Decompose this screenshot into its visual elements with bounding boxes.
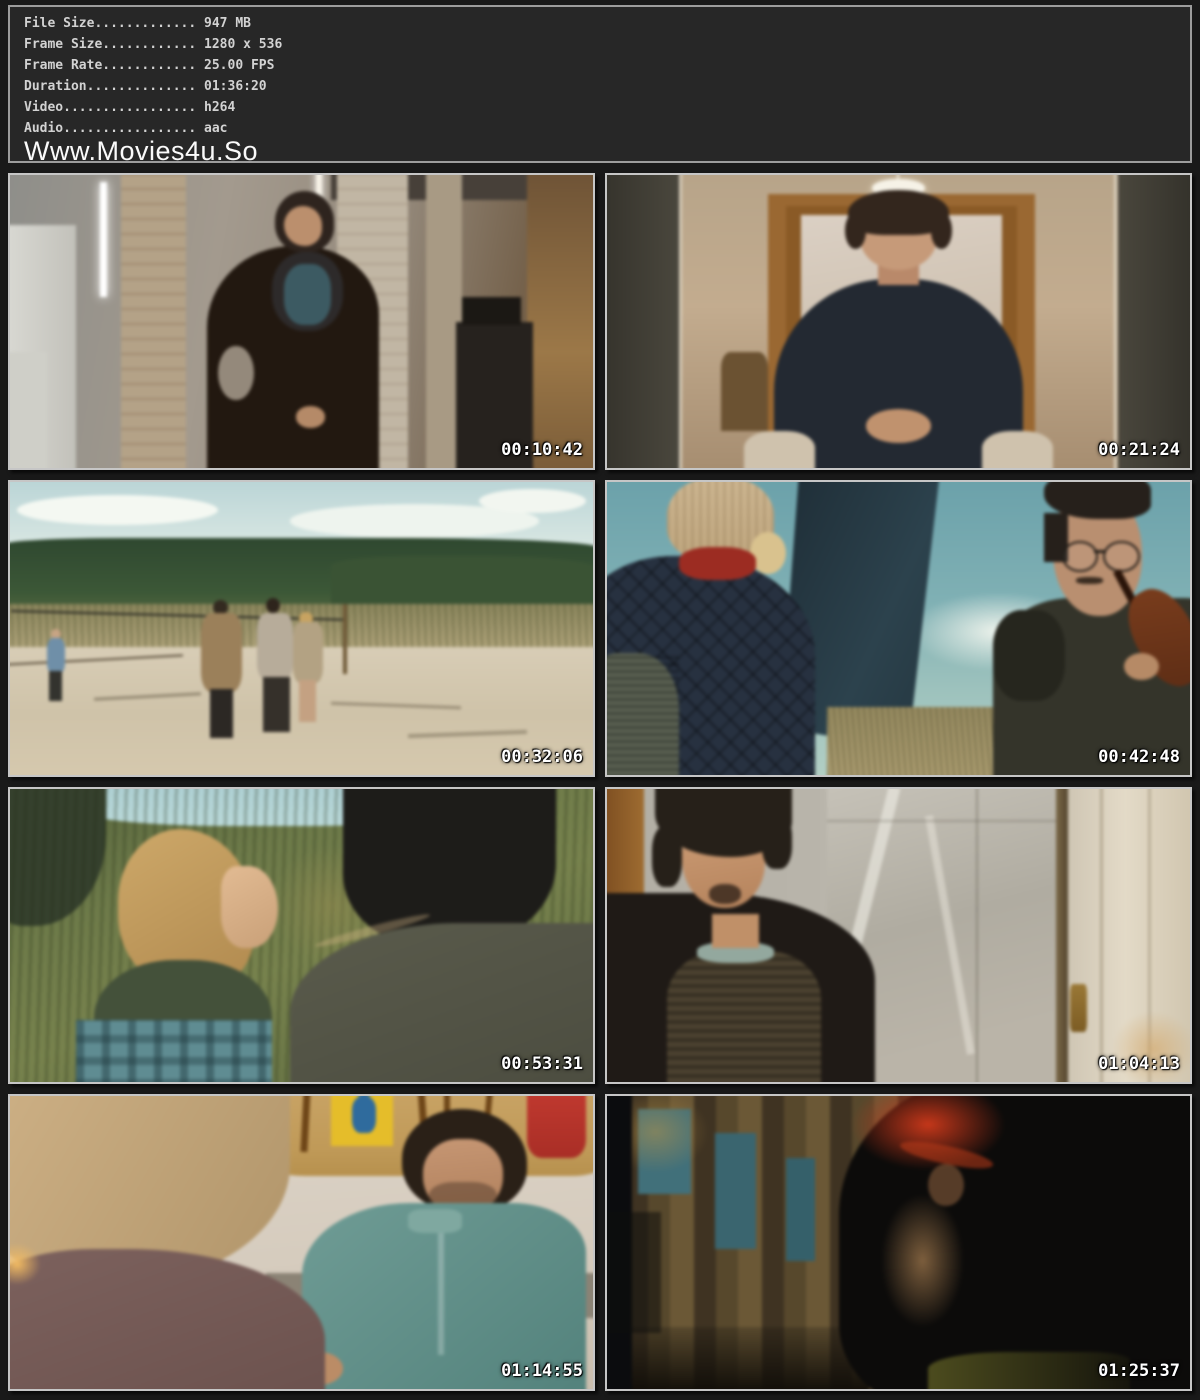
media-info-panel: File Size............. 947 MB Frame Size.…: [8, 5, 1192, 163]
info-value: 01:36:20: [204, 79, 267, 94]
info-dots: ..............: [87, 79, 197, 94]
screenshot-thumb-3: 00:32:06: [8, 480, 595, 777]
site-watermark: Www.Movies4u.So: [24, 138, 1190, 163]
info-label: Duration: [24, 79, 87, 94]
info-value: aac: [204, 121, 227, 136]
scene-art-dune-profile: [8, 787, 595, 1084]
info-dots: ............: [102, 58, 196, 73]
screenshot-thumb-7: 01:14:55: [8, 1094, 595, 1391]
media-info-screenshot-page: File Size............. 947 MB Frame Size.…: [0, 0, 1200, 1400]
scene-art-beach-volleyball: [8, 480, 595, 777]
timestamp-overlay: 00:32:06: [501, 747, 583, 767]
timestamp-overlay: 00:10:42: [501, 440, 583, 460]
info-row-duration: Duration.............. 01:36:20: [24, 76, 1190, 97]
screenshot-thumb-5: 00:53:31: [8, 787, 595, 1084]
scene-art-seated-man: [605, 173, 1192, 470]
info-dots: ............: [102, 37, 196, 52]
info-dots: .................: [63, 121, 196, 136]
info-label: Frame Rate: [24, 58, 102, 73]
info-label: Frame Size: [24, 37, 102, 52]
info-value: 1280 x 536: [204, 37, 282, 52]
info-value: 25.00 FPS: [204, 58, 274, 73]
scene-art-flag-violin: [605, 480, 1192, 777]
timestamp-overlay: 00:21:24: [1098, 440, 1180, 460]
timestamp-overlay: 00:42:48: [1098, 747, 1180, 767]
scene-art-marble-hallway: [605, 787, 1192, 1084]
info-label: File Size: [24, 16, 94, 31]
info-value: 947 MB: [204, 16, 251, 31]
timestamp-overlay: 00:53:31: [501, 1054, 583, 1074]
timestamp-overlay: 01:04:13: [1098, 1054, 1180, 1074]
info-label: Video: [24, 100, 63, 115]
timestamp-overlay: 01:25:37: [1098, 1361, 1180, 1381]
info-row-file-size: File Size............. 947 MB: [24, 13, 1190, 34]
scene-art-table-conversation: [8, 1094, 595, 1391]
info-label: Audio: [24, 121, 63, 136]
info-dots: .................: [63, 100, 196, 115]
screenshot-thumb-1: 00:10:42: [8, 173, 595, 470]
screenshot-thumb-2: 00:21:24: [605, 173, 1192, 470]
info-value: h264: [204, 100, 235, 115]
info-row-frame-rate: Frame Rate............ 25.00 FPS: [24, 55, 1190, 76]
info-dots: .............: [94, 16, 196, 31]
screenshot-grid: 00:10:42: [8, 173, 1192, 1391]
info-row-video: Video................. h264: [24, 97, 1190, 118]
scene-art-loft-interior: [8, 173, 595, 470]
timestamp-overlay: 01:14:55: [501, 1361, 583, 1381]
screenshot-thumb-8: 01:25:37: [605, 1094, 1192, 1391]
scene-art-night-room: [605, 1094, 1192, 1391]
screenshot-thumb-4: 00:42:48: [605, 480, 1192, 777]
screenshot-thumb-6: 01:04:13: [605, 787, 1192, 1084]
info-row-frame-size: Frame Size............ 1280 x 536: [24, 34, 1190, 55]
